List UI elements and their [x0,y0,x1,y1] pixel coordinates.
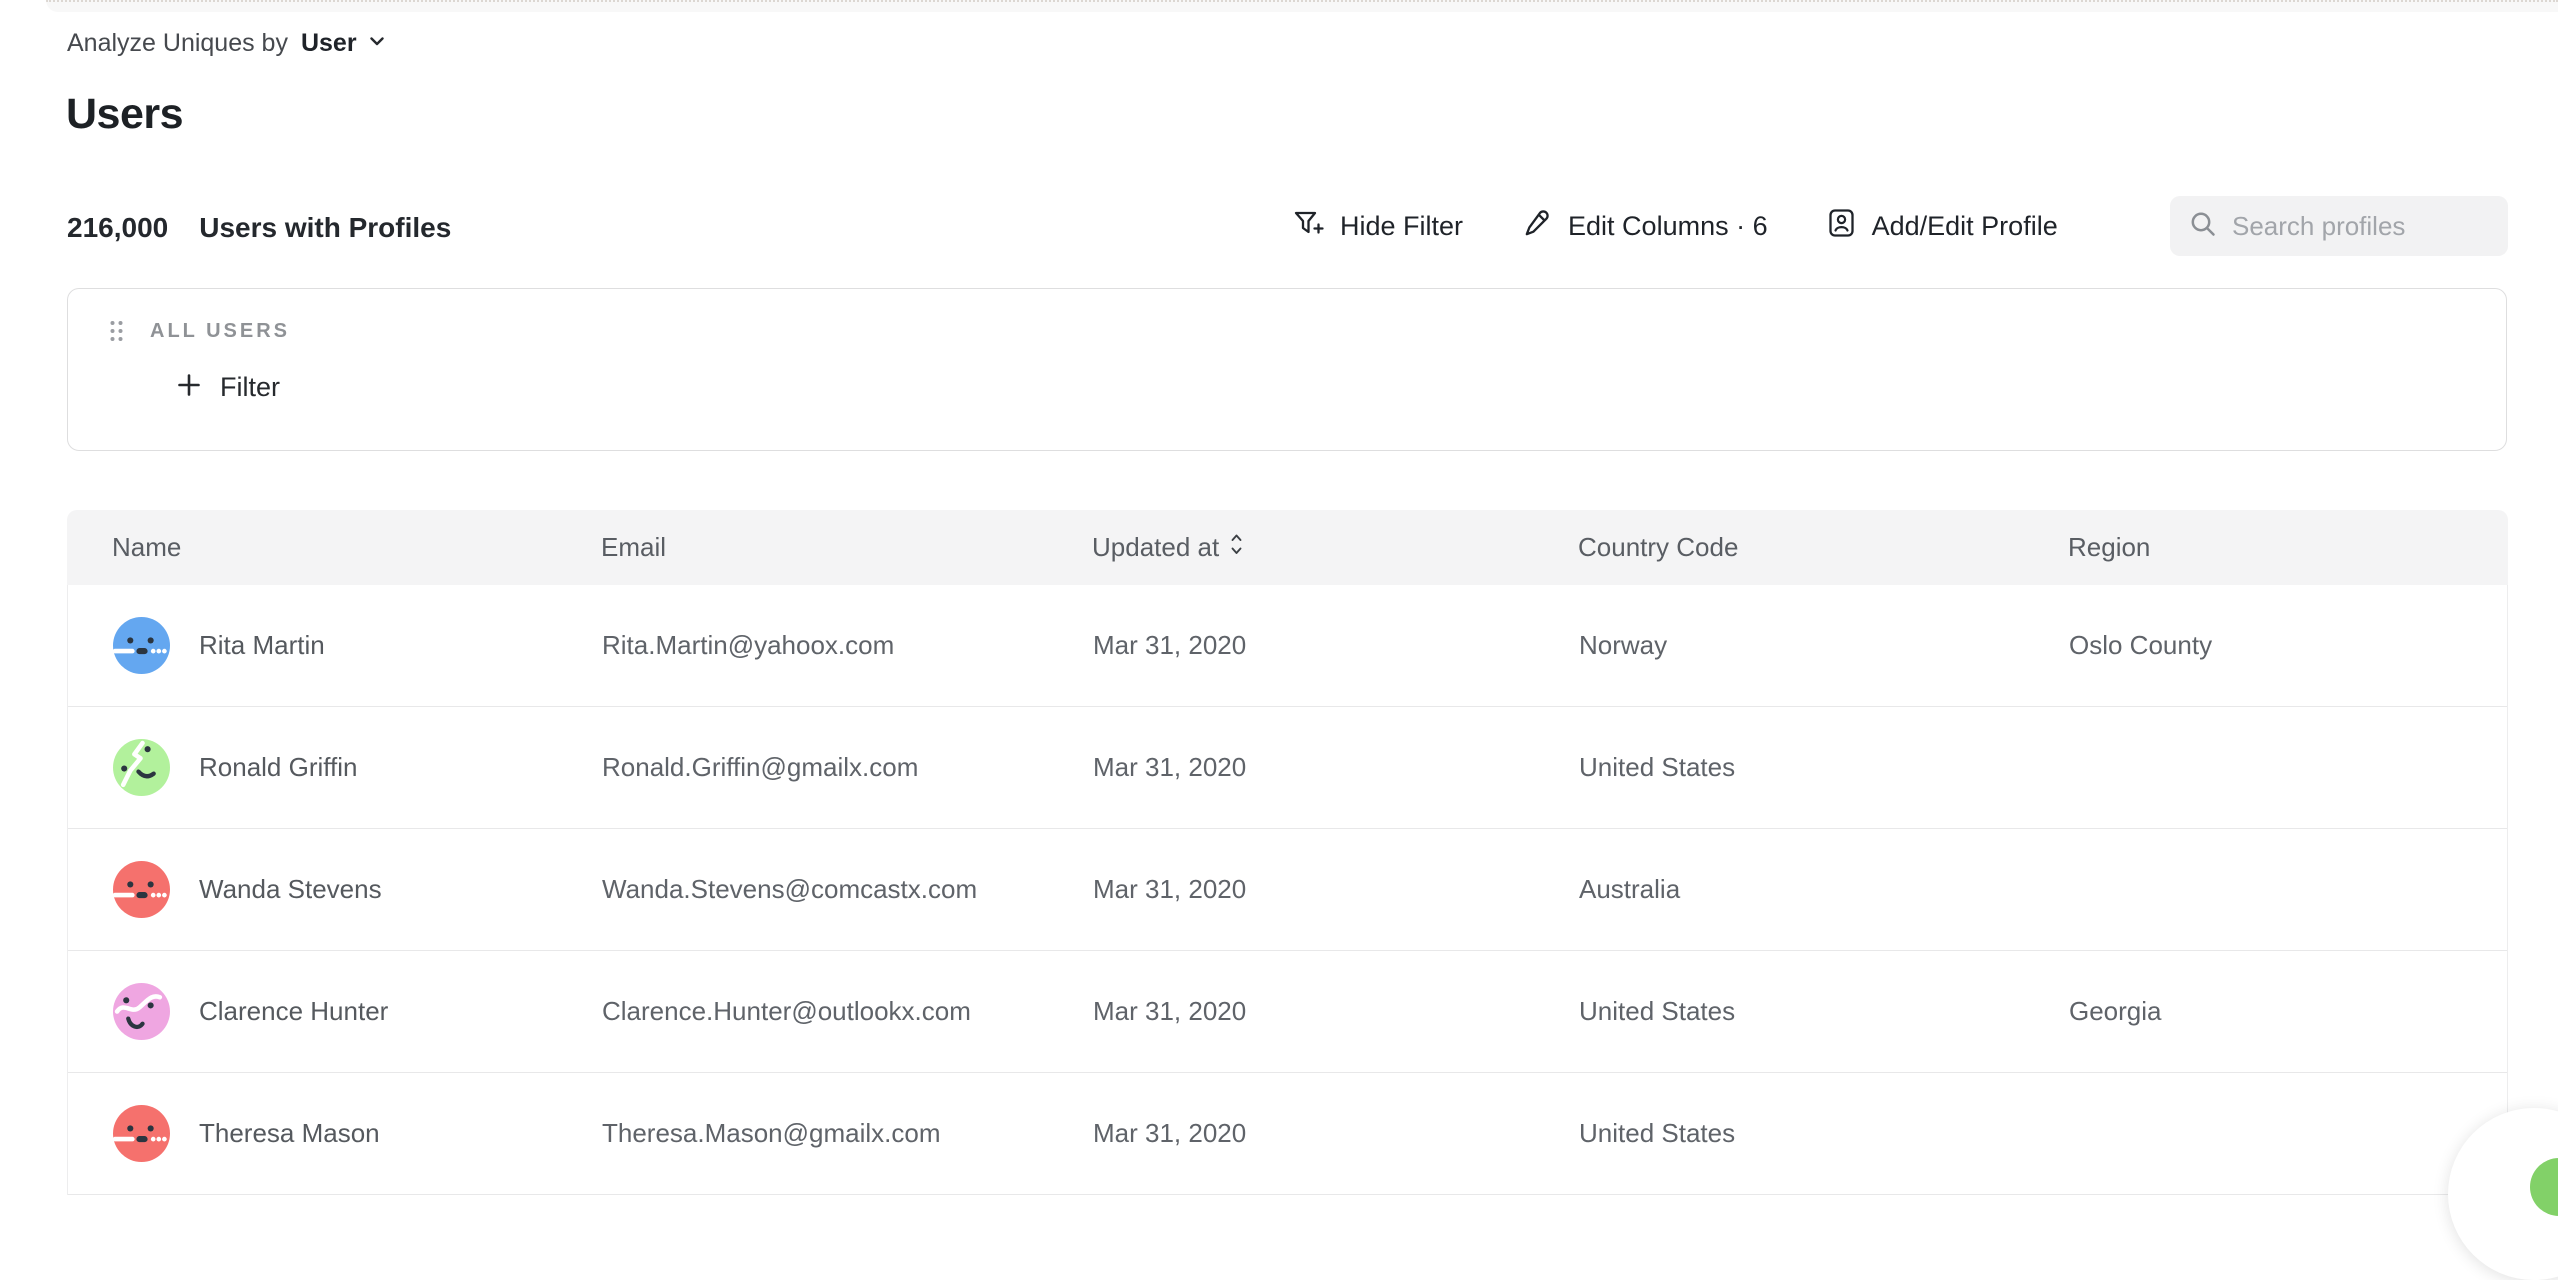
user-updated-at: Mar 31, 2020 [1048,996,1534,1027]
table-row[interactable]: Rita Martin Rita.Martin@yahoox.com Mar 3… [68,585,2507,707]
user-updated-at: Mar 31, 2020 [1048,630,1534,661]
user-email: Rita.Martin@yahoox.com [557,630,1048,661]
filter-group-label: ALL USERS [150,320,290,343]
scrolled-panel-edge [46,0,2558,12]
table-body: Rita Martin Rita.Martin@yahoox.com Mar 3… [67,585,2508,1195]
analyze-uniques-label: Analyze Uniques by [67,29,288,58]
pencil-icon [1521,207,1553,246]
analyze-by-dropdown[interactable]: User [301,29,388,58]
user-name: Wanda Stevens [199,874,382,905]
user-name: Ronald Griffin [199,752,358,783]
users-table: Name Email Updated at Country Code Regio… [67,510,2508,1195]
user-email: Theresa.Mason@gmailx.com [557,1118,1048,1149]
user-country-code: Norway [1534,630,2024,661]
toolbar: Hide Filter Edit Columns · 6 Add/Edit Pr… [1292,196,2508,256]
user-country-code: United States [1534,996,2024,1027]
profiles-count: 216,000 [67,212,168,244]
avatar [113,983,170,1040]
search-profiles-input[interactable] [2232,211,2490,242]
user-country-code: United States [1534,752,2024,783]
funnel-plus-icon [1292,207,1325,246]
user-updated-at: Mar 31, 2020 [1048,874,1534,905]
user-updated-at: Mar 31, 2020 [1048,752,1534,783]
user-email: Ronald.Griffin@gmailx.com [557,752,1048,783]
user-updated-at: Mar 31, 2020 [1048,1118,1534,1149]
add-filter-label: Filter [220,372,280,403]
add-edit-profile-label: Add/Edit Profile [1872,211,2058,242]
table-row[interactable]: Wanda Stevens Wanda.Stevens@comcastx.com… [68,829,2507,951]
drag-handle-icon[interactable] [108,319,125,343]
chevron-down-icon [366,30,388,57]
analyze-uniques-row: Analyze Uniques by User [67,24,388,62]
contact-card-icon [1826,207,1857,246]
avatar [113,861,170,918]
avatar [113,617,170,674]
column-header-updated-at[interactable]: Updated at [1047,531,1533,565]
profiles-count-row: 216,000 Users with Profiles [67,210,451,246]
search-icon [2188,209,2218,244]
add-edit-profile-button[interactable]: Add/Edit Profile [1826,207,2058,246]
table-row[interactable]: Ronald Griffin Ronald.Griffin@gmailx.com… [68,707,2507,829]
search-profiles-box[interactable] [2170,196,2508,256]
hide-filter-label: Hide Filter [1340,211,1463,242]
edit-columns-label: Edit Columns · 6 [1568,211,1768,242]
table-row[interactable]: Clarence Hunter Clarence.Hunter@outlookx… [68,951,2507,1073]
avatar [113,739,170,796]
table-header: Name Email Updated at Country Code Regio… [67,510,2508,585]
user-region: Oslo County [2024,630,2507,661]
column-header-name[interactable]: Name [67,532,556,563]
avatar [113,1105,170,1162]
sort-icon[interactable] [1229,531,1244,565]
user-country-code: Australia [1534,874,2024,905]
column-header-region[interactable]: Region [2023,532,2508,563]
analyze-by-value: User [301,29,357,58]
profiles-count-label: Users with Profiles [199,212,451,244]
page-title: Users [66,90,183,139]
user-country-code: United States [1534,1118,2024,1149]
table-row[interactable]: Theresa Mason Theresa.Mason@gmailx.com M… [68,1073,2507,1195]
column-header-country-code[interactable]: Country Code [1533,532,2023,563]
add-filter-button[interactable]: Filter [175,371,280,404]
user-name: Theresa Mason [199,1118,380,1149]
user-email: Wanda.Stevens@comcastx.com [557,874,1048,905]
column-header-email[interactable]: Email [556,532,1047,563]
user-name: Clarence Hunter [199,996,388,1027]
hide-filter-button[interactable]: Hide Filter [1292,207,1463,246]
user-email: Clarence.Hunter@outlookx.com [557,996,1048,1027]
user-name: Rita Martin [199,630,325,661]
plus-icon [175,371,203,404]
user-region: Georgia [2024,996,2507,1027]
filter-panel: ALL USERS Filter [67,288,2507,451]
edit-columns-button[interactable]: Edit Columns · 6 [1521,207,1768,246]
